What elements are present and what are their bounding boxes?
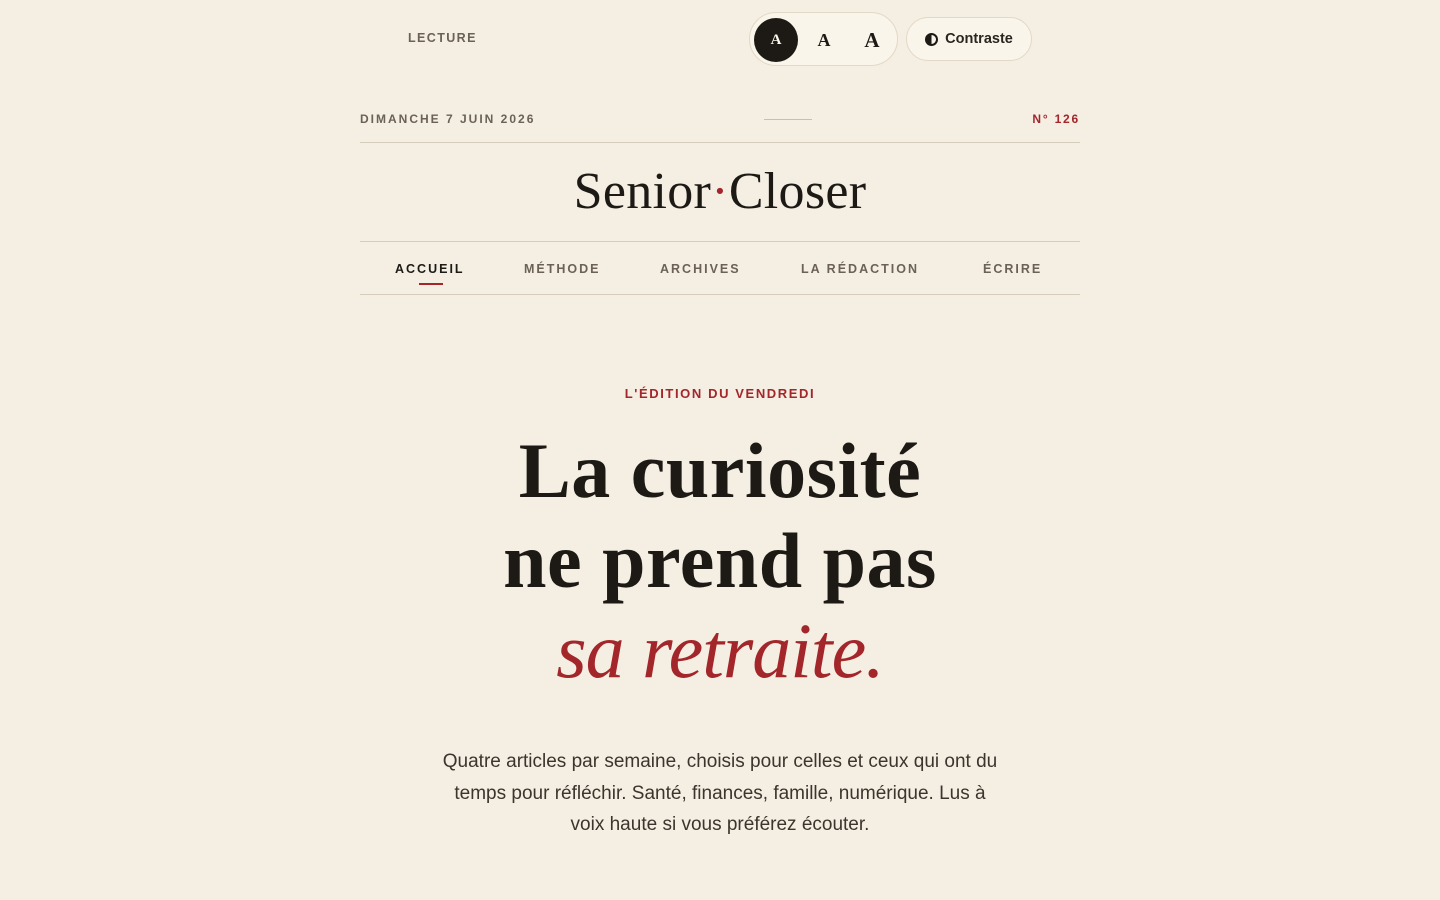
font-size-large-button[interactable]: A <box>850 18 894 62</box>
brand-name-left: Senior <box>573 163 712 220</box>
headline-line-2: ne prend pas <box>503 517 937 604</box>
brand-name-right: Closer <box>728 163 867 220</box>
edition-kicker: L'ÉDITION DU VENDREDI <box>624 386 816 401</box>
brand-logo[interactable]: Senior·Closer <box>360 160 1080 224</box>
hero-lede: Quatre articles par semaine, choisis pou… <box>442 751 998 835</box>
nav-active-indicator <box>419 283 443 285</box>
main-nav: ACCUEIL MÉTHODE ARCHIVES LA RÉDACTION ÉC… <box>360 242 1080 294</box>
reading-toolbar: LECTURE A A A Contraste <box>0 0 1440 80</box>
edition-date: DIMANCHE 7 JUIN 2026 <box>360 112 536 126</box>
nav-item-la-redaction[interactable]: LA RÉDACTION <box>801 262 919 276</box>
nav-item-ecrire[interactable]: ÉCRIRE <box>983 262 1042 276</box>
issue-number: N° 126 <box>1032 112 1080 126</box>
toolbar-label: LECTURE <box>408 31 477 45</box>
hero-headline: La curiosité ne prend pas sa retraite. <box>360 426 1080 696</box>
meta-divider <box>764 119 812 120</box>
masthead-top-rule <box>360 142 1080 143</box>
masthead-meta: DIMANCHE 7 JUIN 2026 N° 126 <box>360 108 1080 130</box>
nav-item-methode[interactable]: MÉTHODE <box>524 262 601 276</box>
nav-item-accueil[interactable]: ACCUEIL <box>395 262 465 276</box>
contrast-icon <box>925 32 939 46</box>
brand-dot: · <box>711 163 729 220</box>
contrast-button-label: Contraste <box>945 31 1013 47</box>
contrast-button[interactable]: Contraste <box>906 17 1032 61</box>
headline-accent: sa retraite. <box>556 607 884 694</box>
font-size-selector: A A A <box>749 12 898 66</box>
headline-line-1: La curiosité <box>518 427 922 514</box>
nav-bottom-rule <box>360 294 1080 295</box>
font-size-small-button[interactable]: A <box>754 18 798 62</box>
nav-item-archives[interactable]: ARCHIVES <box>660 262 741 276</box>
font-size-medium-button[interactable]: A <box>802 18 846 62</box>
